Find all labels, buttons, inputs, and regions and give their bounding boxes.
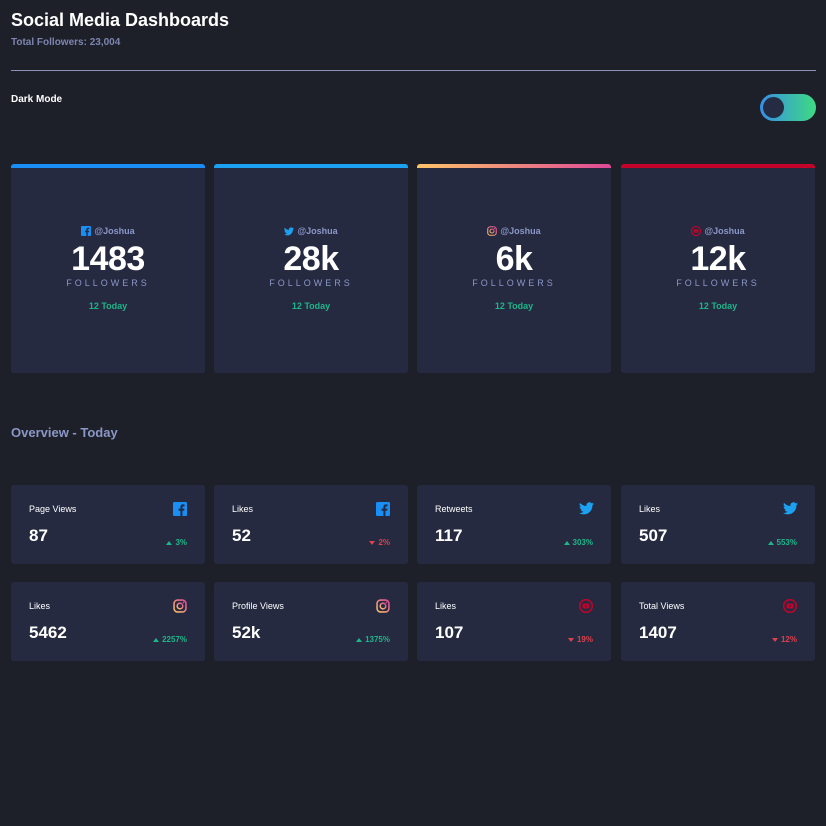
- card-handle-row: @Joshua: [11, 226, 205, 236]
- change-indicator: 303%: [563, 538, 593, 547]
- card-accent-bar: [11, 164, 205, 168]
- overview-value: 52k: [232, 623, 261, 642]
- card-handle: @Joshua: [297, 226, 338, 236]
- followers-card-youtube[interactable]: @Joshua 12k FOLLOWERS 12 Today: [621, 164, 815, 373]
- overview-card-total-views[interactable]: Total Views 1407 12%: [621, 582, 815, 661]
- overview-card-page-views[interactable]: Page Views 87 3%: [11, 485, 205, 564]
- total-followers: Total Followers: 23,004: [11, 37, 121, 48]
- facebook-icon: [376, 502, 390, 516]
- overview-value: 507: [639, 526, 668, 545]
- arrow-up-icon: [563, 540, 570, 545]
- change-percent: 2%: [378, 538, 390, 547]
- change-percent: 2257%: [162, 635, 187, 644]
- twitter-icon: [783, 502, 798, 516]
- card-handle: @Joshua: [704, 226, 745, 236]
- twitter-icon: [579, 502, 594, 516]
- card-accent-bar: [417, 164, 611, 168]
- overview-label: Likes: [29, 601, 51, 611]
- card-accent-bar: [214, 164, 408, 168]
- overview-card-instagram-likes[interactable]: Likes 5462 2257%: [11, 582, 205, 661]
- overview-card-retweets[interactable]: Retweets 117 303%: [417, 485, 611, 564]
- change-indicator: 19%: [567, 635, 593, 644]
- overview-value: 87: [29, 526, 48, 545]
- overview-card-facebook-likes[interactable]: Likes 52 2%: [214, 485, 408, 564]
- dark-mode-label: Dark Mode: [11, 94, 63, 105]
- facebook-icon: [81, 226, 92, 236]
- followers-label: FOLLOWERS: [66, 278, 150, 288]
- header-divider: [11, 70, 816, 71]
- followers-card-twitter[interactable]: @Joshua 28k FOLLOWERS 12 Today: [214, 164, 408, 373]
- overview-title: Overview - Today: [11, 425, 118, 440]
- card-accent-bar: [621, 164, 815, 168]
- overview-label: Likes: [435, 601, 457, 611]
- change-percent: 12%: [780, 635, 797, 644]
- follower-count: 6k: [495, 240, 533, 278]
- card-handle: @Joshua: [500, 226, 541, 236]
- change-indicator: 3%: [166, 538, 187, 547]
- overview-card-twitter-likes[interactable]: Likes 507 553%: [621, 485, 815, 564]
- follower-count: 12k: [690, 240, 746, 278]
- arrow-up-icon: [153, 637, 160, 642]
- overview-label: Profile Views: [232, 601, 284, 611]
- instagram-icon: [487, 226, 498, 236]
- followers-card-facebook[interactable]: @Joshua 1483 FOLLOWERS 12 Today: [11, 164, 205, 373]
- followers-label: FOLLOWERS: [472, 278, 556, 288]
- overview-card-youtube-likes[interactable]: Likes 107 19%: [417, 582, 611, 661]
- page-title: Social Media Dashboards: [11, 10, 230, 30]
- card-handle: @Joshua: [94, 226, 135, 236]
- arrow-down-icon: [771, 637, 778, 642]
- arrow-up-icon: [166, 540, 173, 545]
- change-percent: 553%: [776, 538, 797, 547]
- facebook-icon: [173, 502, 187, 516]
- change-percent: 19%: [576, 635, 593, 644]
- toggle-knob: [763, 97, 784, 118]
- youtube-icon: [783, 599, 797, 613]
- follower-count: 28k: [283, 240, 339, 278]
- followers-today: 12 Today: [88, 301, 128, 311]
- arrow-up-icon: [356, 637, 363, 642]
- card-handle-row: @Joshua: [417, 226, 611, 236]
- change-percent: 303%: [572, 538, 593, 547]
- change-indicator: 1375%: [356, 635, 390, 644]
- instagram-icon: [173, 599, 187, 613]
- overview-card-profile-views[interactable]: Profile Views 52k 1375%: [214, 582, 408, 661]
- overview-label: Total Views: [639, 601, 685, 611]
- overview-label: Likes: [232, 504, 254, 514]
- change-indicator: 2%: [369, 538, 390, 547]
- change-indicator: 2257%: [153, 635, 187, 644]
- overview-label: Retweets: [435, 504, 473, 514]
- change-indicator: 553%: [767, 538, 797, 547]
- overview-value: 52: [232, 526, 251, 545]
- youtube-icon: [691, 226, 702, 236]
- overview-value: 5462: [29, 623, 67, 642]
- change-percent: 1375%: [365, 635, 390, 644]
- card-handle-row: @Joshua: [214, 226, 408, 236]
- twitter-icon: [284, 226, 295, 236]
- dark-mode-toggle[interactable]: [760, 94, 816, 121]
- followers-label: FOLLOWERS: [676, 278, 760, 288]
- followers-label: FOLLOWERS: [269, 278, 353, 288]
- overview-label: Likes: [639, 504, 661, 514]
- arrow-down-icon: [369, 540, 376, 545]
- change-indicator: 12%: [771, 635, 797, 644]
- change-percent: 3%: [175, 538, 187, 547]
- followers-today: 12 Today: [291, 301, 331, 311]
- overview-value: 117: [435, 526, 463, 545]
- instagram-icon: [376, 599, 390, 613]
- dashboard-page: Social Media Dashboards Total Followers:…: [0, 0, 826, 826]
- overview-value: 107: [435, 623, 464, 642]
- arrow-down-icon: [567, 637, 574, 642]
- followers-today: 12 Today: [494, 301, 534, 311]
- follower-count: 1483: [71, 240, 145, 278]
- arrow-up-icon: [767, 540, 774, 545]
- card-handle-row: @Joshua: [621, 226, 815, 236]
- youtube-icon: [579, 599, 593, 613]
- followers-card-instagram[interactable]: @Joshua 6k FOLLOWERS 12 Today: [417, 164, 611, 373]
- overview-label: Page Views: [29, 504, 77, 514]
- followers-today: 12 Today: [698, 301, 738, 311]
- overview-value: 1407: [639, 623, 677, 642]
